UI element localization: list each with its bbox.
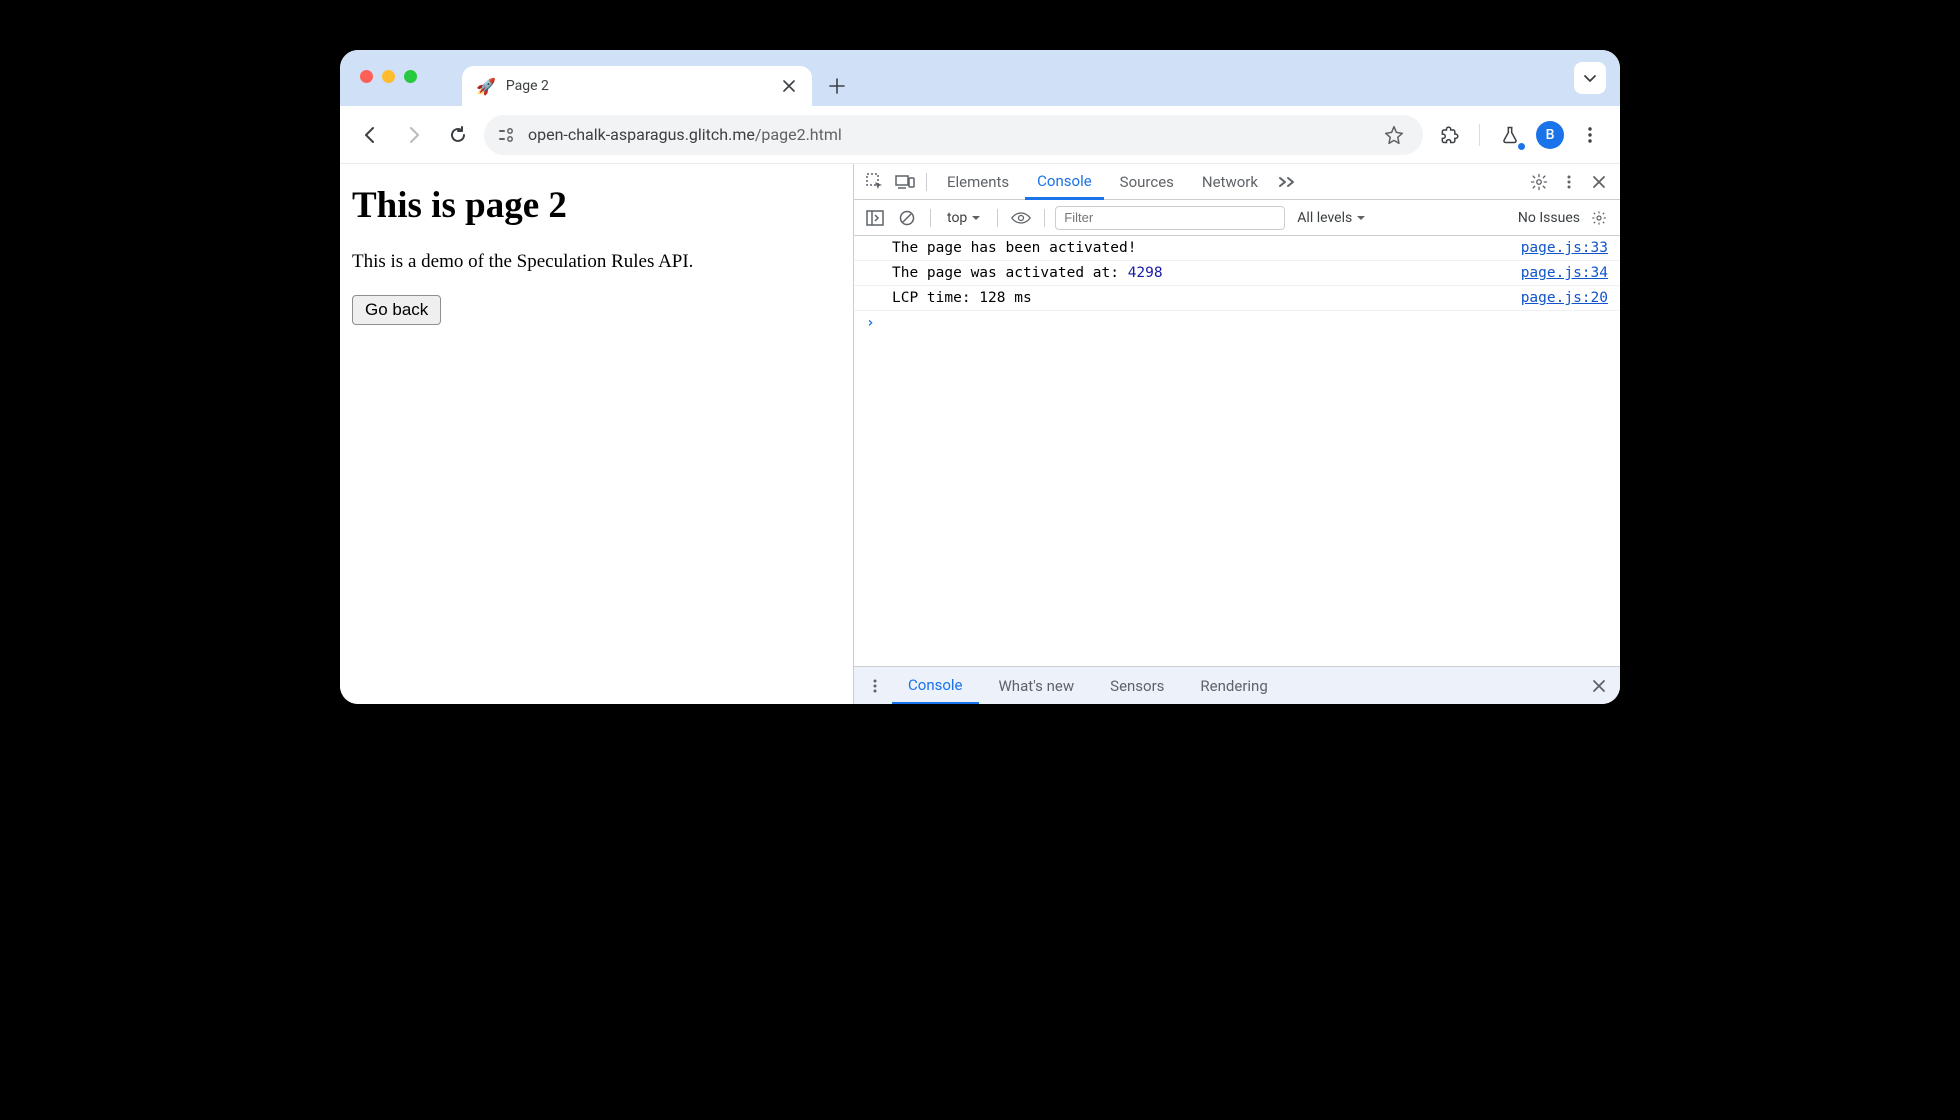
drawer-tab-console[interactable]: Console	[892, 668, 979, 705]
devtools-settings-icon[interactable]	[1526, 169, 1552, 195]
close-tab-button[interactable]	[780, 77, 798, 95]
page-heading: This is page 2	[352, 184, 841, 227]
profile-button[interactable]: B	[1536, 121, 1564, 149]
labs-button[interactable]	[1492, 117, 1528, 153]
live-expression-icon[interactable]	[1008, 205, 1034, 231]
log-levels-selector[interactable]: All levels	[1291, 210, 1372, 226]
close-window-button[interactable]	[360, 70, 373, 83]
maximize-window-button[interactable]	[404, 70, 417, 83]
drawer-menu-icon[interactable]	[862, 673, 888, 699]
tab-title: Page 2	[506, 78, 770, 94]
console-log-row: The page was activated at: 4298 page.js:…	[854, 261, 1620, 286]
go-back-button[interactable]: Go back	[352, 295, 441, 325]
clear-console-icon[interactable]	[894, 205, 920, 231]
console-toolbar: top All levels No Issues	[854, 200, 1620, 236]
tab-sources[interactable]: Sources	[1108, 164, 1186, 199]
bookmark-button[interactable]	[1379, 120, 1409, 150]
log-source-link[interactable]: page.js:20	[1521, 290, 1608, 306]
console-settings-icon[interactable]	[1586, 205, 1612, 231]
issues-label[interactable]: No Issues	[1518, 210, 1580, 226]
drawer-tab-rendering[interactable]: Rendering	[1184, 667, 1283, 704]
tabs-dropdown-button[interactable]	[1574, 62, 1606, 94]
tab-elements[interactable]: Elements	[935, 164, 1021, 199]
content-area: This is page 2 This is a demo of the Spe…	[340, 164, 1620, 704]
drawer-tab-sensors[interactable]: Sensors	[1094, 667, 1180, 704]
extensions-button[interactable]	[1431, 117, 1467, 153]
drawer-tab-whatsnew[interactable]: What's new	[983, 667, 1091, 704]
inspect-element-icon[interactable]	[862, 169, 888, 195]
address-bar[interactable]: open-chalk-asparagus.glitch.me/page2.htm…	[484, 115, 1423, 155]
toggle-sidebar-icon[interactable]	[862, 205, 888, 231]
log-message: LCP time: 128 ms	[892, 290, 1032, 306]
console-output: The page has been activated! page.js:33 …	[854, 236, 1620, 666]
window-controls	[360, 70, 417, 83]
close-devtools-icon[interactable]	[1586, 169, 1612, 195]
close-drawer-icon[interactable]	[1586, 673, 1612, 699]
minimize-window-button[interactable]	[382, 70, 395, 83]
device-toolbar-icon[interactable]	[892, 169, 918, 195]
back-button[interactable]	[352, 117, 388, 153]
browser-tab[interactable]: 🚀 Page 2	[462, 66, 812, 106]
devtools-menu-icon[interactable]	[1556, 169, 1582, 195]
url-text: open-chalk-asparagus.glitch.me/page2.htm…	[528, 125, 842, 144]
tab-network[interactable]: Network	[1190, 164, 1270, 199]
browser-window: 🚀 Page 2	[340, 50, 1620, 704]
tab-favicon: 🚀	[476, 77, 496, 96]
log-message: The page has been activated!	[892, 240, 1136, 256]
reload-button[interactable]	[440, 117, 476, 153]
tab-console[interactable]: Console	[1025, 165, 1104, 200]
devtools-drawer: Console What's new Sensors Rendering	[854, 666, 1620, 704]
devtools-panel: Elements Console Sources Network	[853, 164, 1620, 704]
site-info-icon[interactable]	[498, 127, 518, 143]
log-source-link[interactable]: page.js:33	[1521, 240, 1608, 256]
page-description: This is a demo of the Speculation Rules …	[352, 251, 841, 273]
new-tab-button[interactable]	[822, 71, 852, 101]
devtools-tabs: Elements Console Sources Network	[854, 164, 1620, 200]
page-content: This is page 2 This is a demo of the Spe…	[340, 164, 853, 704]
forward-button[interactable]	[396, 117, 432, 153]
tab-strip: 🚀 Page 2	[340, 50, 1620, 106]
console-log-row: LCP time: 128 ms page.js:20	[854, 286, 1620, 311]
console-filter-input[interactable]	[1055, 206, 1285, 230]
separator	[1479, 124, 1480, 146]
log-message: The page was activated at: 4298	[892, 265, 1163, 281]
more-tabs-icon[interactable]	[1274, 169, 1300, 195]
console-log-row: The page has been activated! page.js:33	[854, 236, 1620, 261]
toolbar: open-chalk-asparagus.glitch.me/page2.htm…	[340, 106, 1620, 164]
console-prompt[interactable]: ›	[854, 311, 1620, 335]
chrome-menu-button[interactable]	[1572, 117, 1608, 153]
log-source-link[interactable]: page.js:34	[1521, 265, 1608, 281]
context-selector[interactable]: top	[941, 210, 987, 226]
